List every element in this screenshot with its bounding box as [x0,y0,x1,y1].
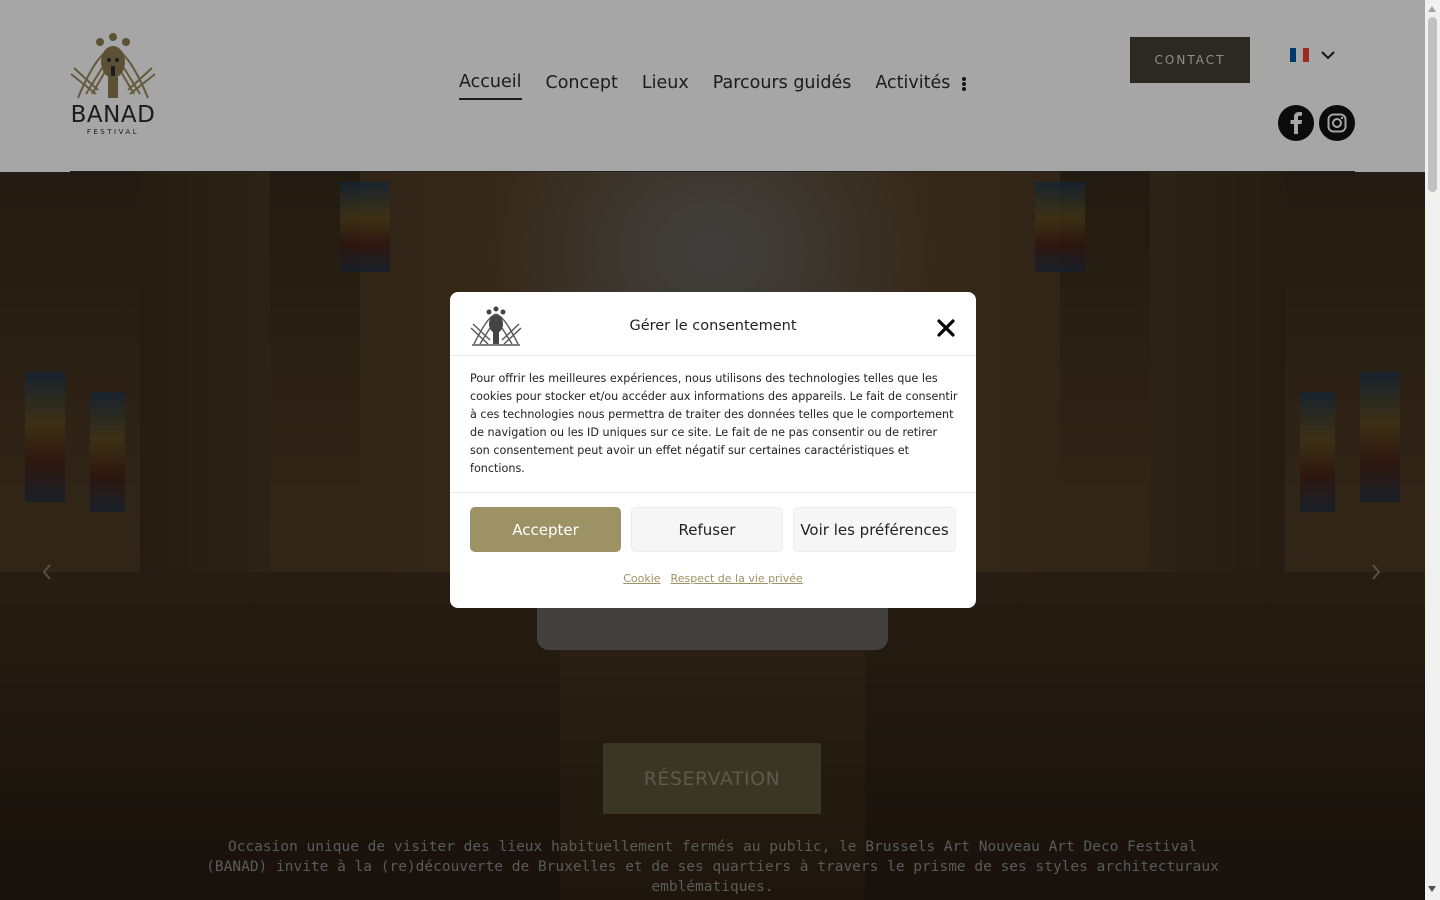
consent-title: Gérer le consentement [629,318,797,334]
consent-modal-header: Gérer le consentement [450,292,976,356]
consent-divider [450,492,976,493]
refuse-button[interactable]: Refuser [631,507,783,552]
accept-button[interactable]: Accepter [470,507,621,552]
scroll-down-arrow-icon[interactable] [1428,886,1436,892]
consent-message: Pour offrir les meilleures expériences, … [470,372,958,475]
close-icon[interactable] [937,319,955,337]
cookie-policy-link[interactable]: Cookie [623,572,660,585]
view-preferences-button[interactable]: Voir les préférences [793,507,956,552]
scrollbar-thumb[interactable] [1428,17,1437,192]
consent-modal: Gérer le consentement Pour offrir les me… [450,292,976,608]
scroll-up-arrow-icon[interactable] [1428,6,1436,12]
consent-links: Cookie Respect de la vie privée [450,572,976,585]
privacy-policy-link[interactable]: Respect de la vie privée [671,572,803,585]
page-scrollbar[interactable] [1425,0,1440,900]
